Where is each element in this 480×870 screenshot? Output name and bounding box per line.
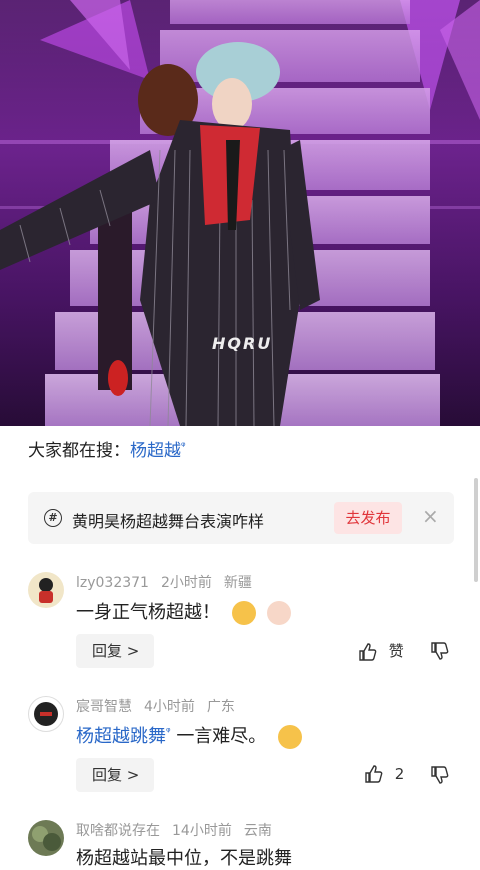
comment-time: 14小时前 <box>172 823 232 839</box>
comment-time: 2小时前 <box>160 575 212 591</box>
avatar[interactable] <box>28 696 64 732</box>
comment-keyword-link[interactable]: 杨超越跳舞 <box>76 726 166 747</box>
thumbs-up-emoji <box>231 601 256 625</box>
comment-username[interactable]: 取啥都说存在 <box>76 823 160 839</box>
comment-text: 杨超越跳舞ᵠ 一言难尽。 <box>76 722 303 749</box>
video-watermark: HQRU <box>212 334 273 353</box>
comment-meta: 宸哥智慧 4小时前 广东 <box>76 696 247 716</box>
comment-location: 新疆 <box>223 575 252 591</box>
thumbs-down-icon <box>431 642 449 660</box>
comment-meta: lzy032371 2小时前 新疆 <box>76 572 264 592</box>
thumbs-up-icon <box>365 765 383 783</box>
comment-time: 4小时前 <box>144 699 195 715</box>
comment-text-content: 杨超越站最中位，不是跳舞 <box>76 848 292 869</box>
comment-text-content: 一身正气杨超越！ <box>76 602 220 623</box>
comment-text: 一身正气杨超越！ <box>76 598 292 625</box>
search-suggestion-prefix: 大家都在搜： <box>28 441 130 461</box>
topic-card[interactable]: # 黄明昊杨超越舞台表演咋样 去发布 × <box>28 492 454 544</box>
hash-icon: # <box>44 509 62 527</box>
dislike-button[interactable] <box>430 765 450 789</box>
topic-title[interactable]: 黄明昊杨超越舞台表演咋样 <box>72 508 264 532</box>
search-suggestion[interactable]: 大家都在搜：杨超越ᵠ <box>28 436 186 461</box>
avatar[interactable] <box>28 820 64 856</box>
reply-button[interactable]: 回复 > <box>76 634 154 668</box>
search-suggestion-keyword[interactable]: 杨超越 <box>130 441 181 461</box>
like-button[interactable]: 赞 <box>358 640 404 662</box>
dislike-button[interactable] <box>430 641 450 665</box>
comment-text-content: 一言难尽。 <box>176 726 267 747</box>
video-player[interactable]: HQRU <box>0 0 480 426</box>
finger-heart-emoji <box>267 601 292 625</box>
like-button[interactable]: 2 <box>364 764 404 784</box>
reply-button[interactable]: 回复 > <box>76 758 154 792</box>
laughing-crying-emoji <box>278 725 303 749</box>
comment-text: 杨超越站最中位，不是跳舞 <box>76 844 292 870</box>
like-count: 2 <box>394 764 405 783</box>
comment-location: 广东 <box>206 699 235 715</box>
thumbs-up-icon <box>359 642 377 661</box>
search-icon: ᵠ <box>181 439 186 453</box>
close-icon[interactable]: × <box>422 504 439 528</box>
comment-username[interactable]: 宸哥智慧 <box>76 699 132 715</box>
comment-meta: 取啥都说存在 14小时前 云南 <box>76 820 284 840</box>
comment-location: 云南 <box>243 823 272 839</box>
stage-performance-image <box>0 0 480 426</box>
publish-button[interactable]: 去发布 <box>334 502 402 534</box>
scrollbar[interactable] <box>474 478 478 582</box>
comment-username[interactable]: lzy032371 <box>76 575 149 591</box>
search-icon: ᵠ <box>166 725 171 738</box>
like-label: 赞 <box>388 642 404 660</box>
thumbs-down-icon <box>431 766 449 784</box>
avatar[interactable] <box>28 572 64 608</box>
